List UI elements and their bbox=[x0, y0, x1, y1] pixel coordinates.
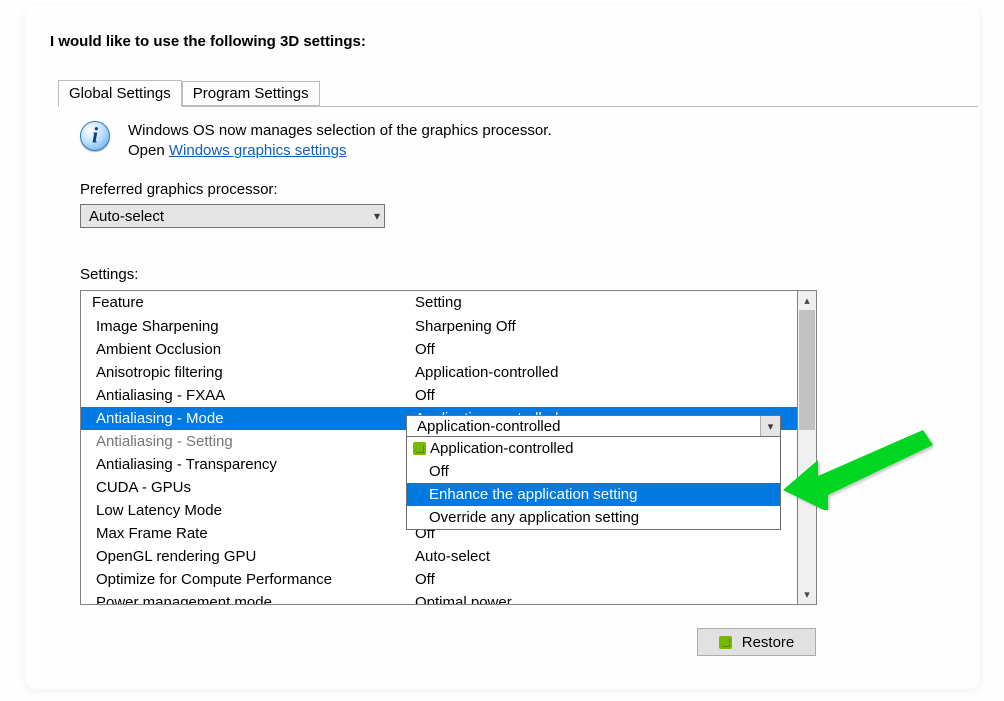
dropdown-option-label: Application-controlled bbox=[430, 437, 573, 460]
page-heading: I would like to use the following 3D set… bbox=[50, 33, 366, 50]
column-setting[interactable]: Setting bbox=[407, 291, 777, 315]
tab-label: Global Settings bbox=[69, 85, 171, 102]
feature-cell: Image Sharpening bbox=[81, 315, 407, 338]
feature-cell: CUDA - GPUs bbox=[81, 476, 407, 499]
feature-cell: Antialiasing - FXAA bbox=[81, 384, 407, 407]
tab-global-settings[interactable]: Global Settings bbox=[58, 80, 182, 107]
preferred-processor-value: Auto-select bbox=[89, 208, 164, 225]
setting-cell: Off bbox=[407, 384, 777, 407]
tab-strip: Global Settings Program Settings bbox=[58, 80, 320, 106]
chevron-down-icon: ▾ bbox=[374, 209, 380, 223]
dropdown-option[interactable]: Override any application setting bbox=[407, 506, 780, 529]
info-line1: Windows OS now manages selection of the … bbox=[128, 122, 552, 139]
tab-label: Program Settings bbox=[193, 85, 309, 102]
preferred-processor-label: Preferred graphics processor: bbox=[80, 181, 278, 198]
dropdown-option[interactable]: Application-controlled bbox=[407, 437, 780, 460]
scrollbar[interactable]: ▴ ▾ bbox=[798, 290, 817, 605]
info-text: Windows OS now manages selection of the … bbox=[128, 121, 552, 162]
restore-label: Restore bbox=[742, 634, 795, 651]
table-row[interactable]: Anisotropic filteringApplication-control… bbox=[81, 361, 797, 384]
info-line2-prefix: Open bbox=[128, 142, 169, 159]
combo-value: Application-controlled bbox=[407, 418, 760, 435]
setting-cell: Off bbox=[407, 338, 777, 361]
tab-underline bbox=[58, 106, 978, 107]
settings-label: Settings: bbox=[80, 266, 138, 283]
info-icon bbox=[80, 121, 110, 151]
table-row[interactable]: Antialiasing - FXAAOff bbox=[81, 384, 797, 407]
tab-program-settings[interactable]: Program Settings bbox=[182, 81, 320, 106]
scroll-up-icon[interactable]: ▴ bbox=[798, 291, 816, 310]
scroll-down-icon[interactable]: ▾ bbox=[798, 585, 816, 604]
scroll-thumb[interactable] bbox=[799, 310, 815, 430]
feature-cell: Optimize for Compute Performance bbox=[81, 568, 407, 591]
antialiasing-mode-dropdown[interactable]: Application-controlledOffEnhance the app… bbox=[406, 436, 781, 530]
setting-cell: Application-controlled bbox=[407, 361, 777, 384]
table-row[interactable]: Optimize for Compute PerformanceOff bbox=[81, 568, 797, 591]
setting-cell: Auto-select bbox=[407, 545, 777, 568]
feature-cell: Ambient Occlusion bbox=[81, 338, 407, 361]
feature-cell: Antialiasing - Mode bbox=[81, 407, 407, 430]
table-row[interactable]: OpenGL rendering GPUAuto-select bbox=[81, 545, 797, 568]
feature-cell: Power management mode bbox=[81, 591, 407, 605]
setting-cell: Off bbox=[407, 568, 777, 591]
table-row[interactable]: Image SharpeningSharpening Off bbox=[81, 315, 797, 338]
chevron-down-icon[interactable]: ▾ bbox=[760, 416, 780, 436]
feature-cell: OpenGL rendering GPU bbox=[81, 545, 407, 568]
info-row: Windows OS now manages selection of the … bbox=[80, 121, 552, 162]
setting-cell: Sharpening Off bbox=[407, 315, 777, 338]
feature-cell: Low Latency Mode bbox=[81, 499, 407, 522]
dropdown-option[interactable]: Enhance the application setting bbox=[407, 483, 780, 506]
preferred-processor-select[interactable]: Auto-select ▾ bbox=[80, 204, 385, 228]
column-feature[interactable]: Feature bbox=[81, 291, 407, 315]
feature-cell: Max Frame Rate bbox=[81, 522, 407, 545]
windows-graphics-link[interactable]: Windows graphics settings bbox=[169, 142, 347, 159]
nvidia-icon bbox=[413, 442, 426, 455]
feature-cell: Antialiasing - Setting bbox=[81, 430, 407, 453]
feature-cell: Anisotropic filtering bbox=[81, 361, 407, 384]
table-row[interactable]: Power management modeOptimal power bbox=[81, 591, 797, 605]
dropdown-option[interactable]: Off bbox=[407, 460, 780, 483]
setting-cell: Optimal power bbox=[407, 591, 777, 605]
feature-cell: Antialiasing - Transparency bbox=[81, 453, 407, 476]
settings-panel: I would like to use the following 3D set… bbox=[25, 5, 980, 689]
table-row[interactable]: Ambient OcclusionOff bbox=[81, 338, 797, 361]
grid-header: Feature Setting bbox=[81, 291, 797, 315]
antialiasing-mode-combo[interactable]: Application-controlled ▾ bbox=[406, 415, 781, 437]
restore-button[interactable]: Restore bbox=[697, 628, 816, 656]
nvidia-icon bbox=[719, 636, 732, 649]
